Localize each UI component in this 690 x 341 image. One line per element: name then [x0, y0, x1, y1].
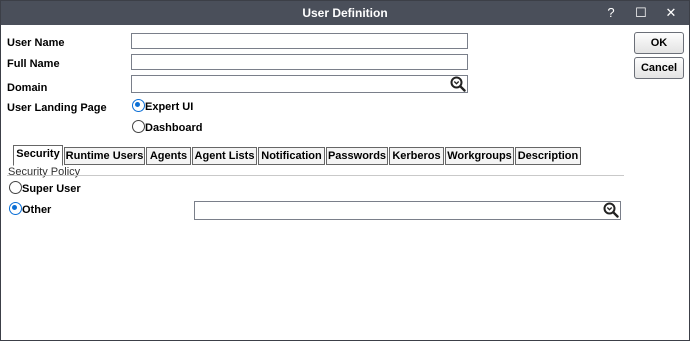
domain-input[interactable]	[131, 75, 468, 93]
tab-description[interactable]: Description	[515, 147, 581, 165]
domain-label: Domain	[7, 82, 48, 94]
dashboard-radio[interactable]	[132, 120, 145, 133]
expert-ui-radio[interactable]	[132, 99, 145, 112]
dashboard-label[interactable]: Dashboard	[145, 122, 202, 134]
user-definition-dialog: User Definition ? ☐ ✕ OK Cancel User Nam…	[0, 0, 690, 341]
landing-page-label: User Landing Page	[7, 102, 107, 114]
security-policy-caption: Security Policy	[8, 166, 81, 178]
help-button[interactable]: ?	[601, 3, 621, 23]
tab-security[interactable]: Security	[13, 145, 63, 166]
title-bar[interactable]: User Definition ? ☐ ✕	[1, 1, 689, 25]
full-name-label: Full Name	[7, 58, 60, 70]
maximize-button[interactable]: ☐	[631, 3, 651, 23]
full-name-input[interactable]	[131, 54, 468, 70]
cancel-button[interactable]: Cancel	[634, 57, 684, 79]
dialog-title: User Definition	[302, 6, 388, 20]
close-button[interactable]: ✕	[661, 3, 681, 23]
domain-search-icon[interactable]	[450, 76, 466, 92]
tab-kerberos[interactable]: Kerberos	[389, 147, 444, 165]
tab-passwords[interactable]: Passwords	[326, 147, 388, 165]
other-radio[interactable]	[9, 202, 22, 215]
super-user-label[interactable]: Super User	[22, 183, 81, 195]
tab-notification[interactable]: Notification	[258, 147, 325, 165]
other-label[interactable]: Other	[22, 204, 51, 216]
user-name-label: User Name	[7, 37, 65, 49]
expert-ui-label[interactable]: Expert UI	[145, 101, 193, 113]
other-policy-search-icon[interactable]	[603, 202, 619, 218]
tab-runtime-users[interactable]: Runtime Users	[64, 147, 145, 165]
tab-agents[interactable]: Agents	[146, 147, 191, 165]
user-name-input[interactable]	[131, 33, 468, 49]
security-policy-divider	[7, 175, 624, 176]
tab-workgroups[interactable]: Workgroups	[445, 147, 514, 165]
tab-agent-lists[interactable]: Agent Lists	[192, 147, 257, 165]
super-user-radio[interactable]	[9, 181, 22, 194]
ok-button[interactable]: OK	[634, 32, 684, 54]
other-policy-input[interactable]	[194, 201, 621, 220]
